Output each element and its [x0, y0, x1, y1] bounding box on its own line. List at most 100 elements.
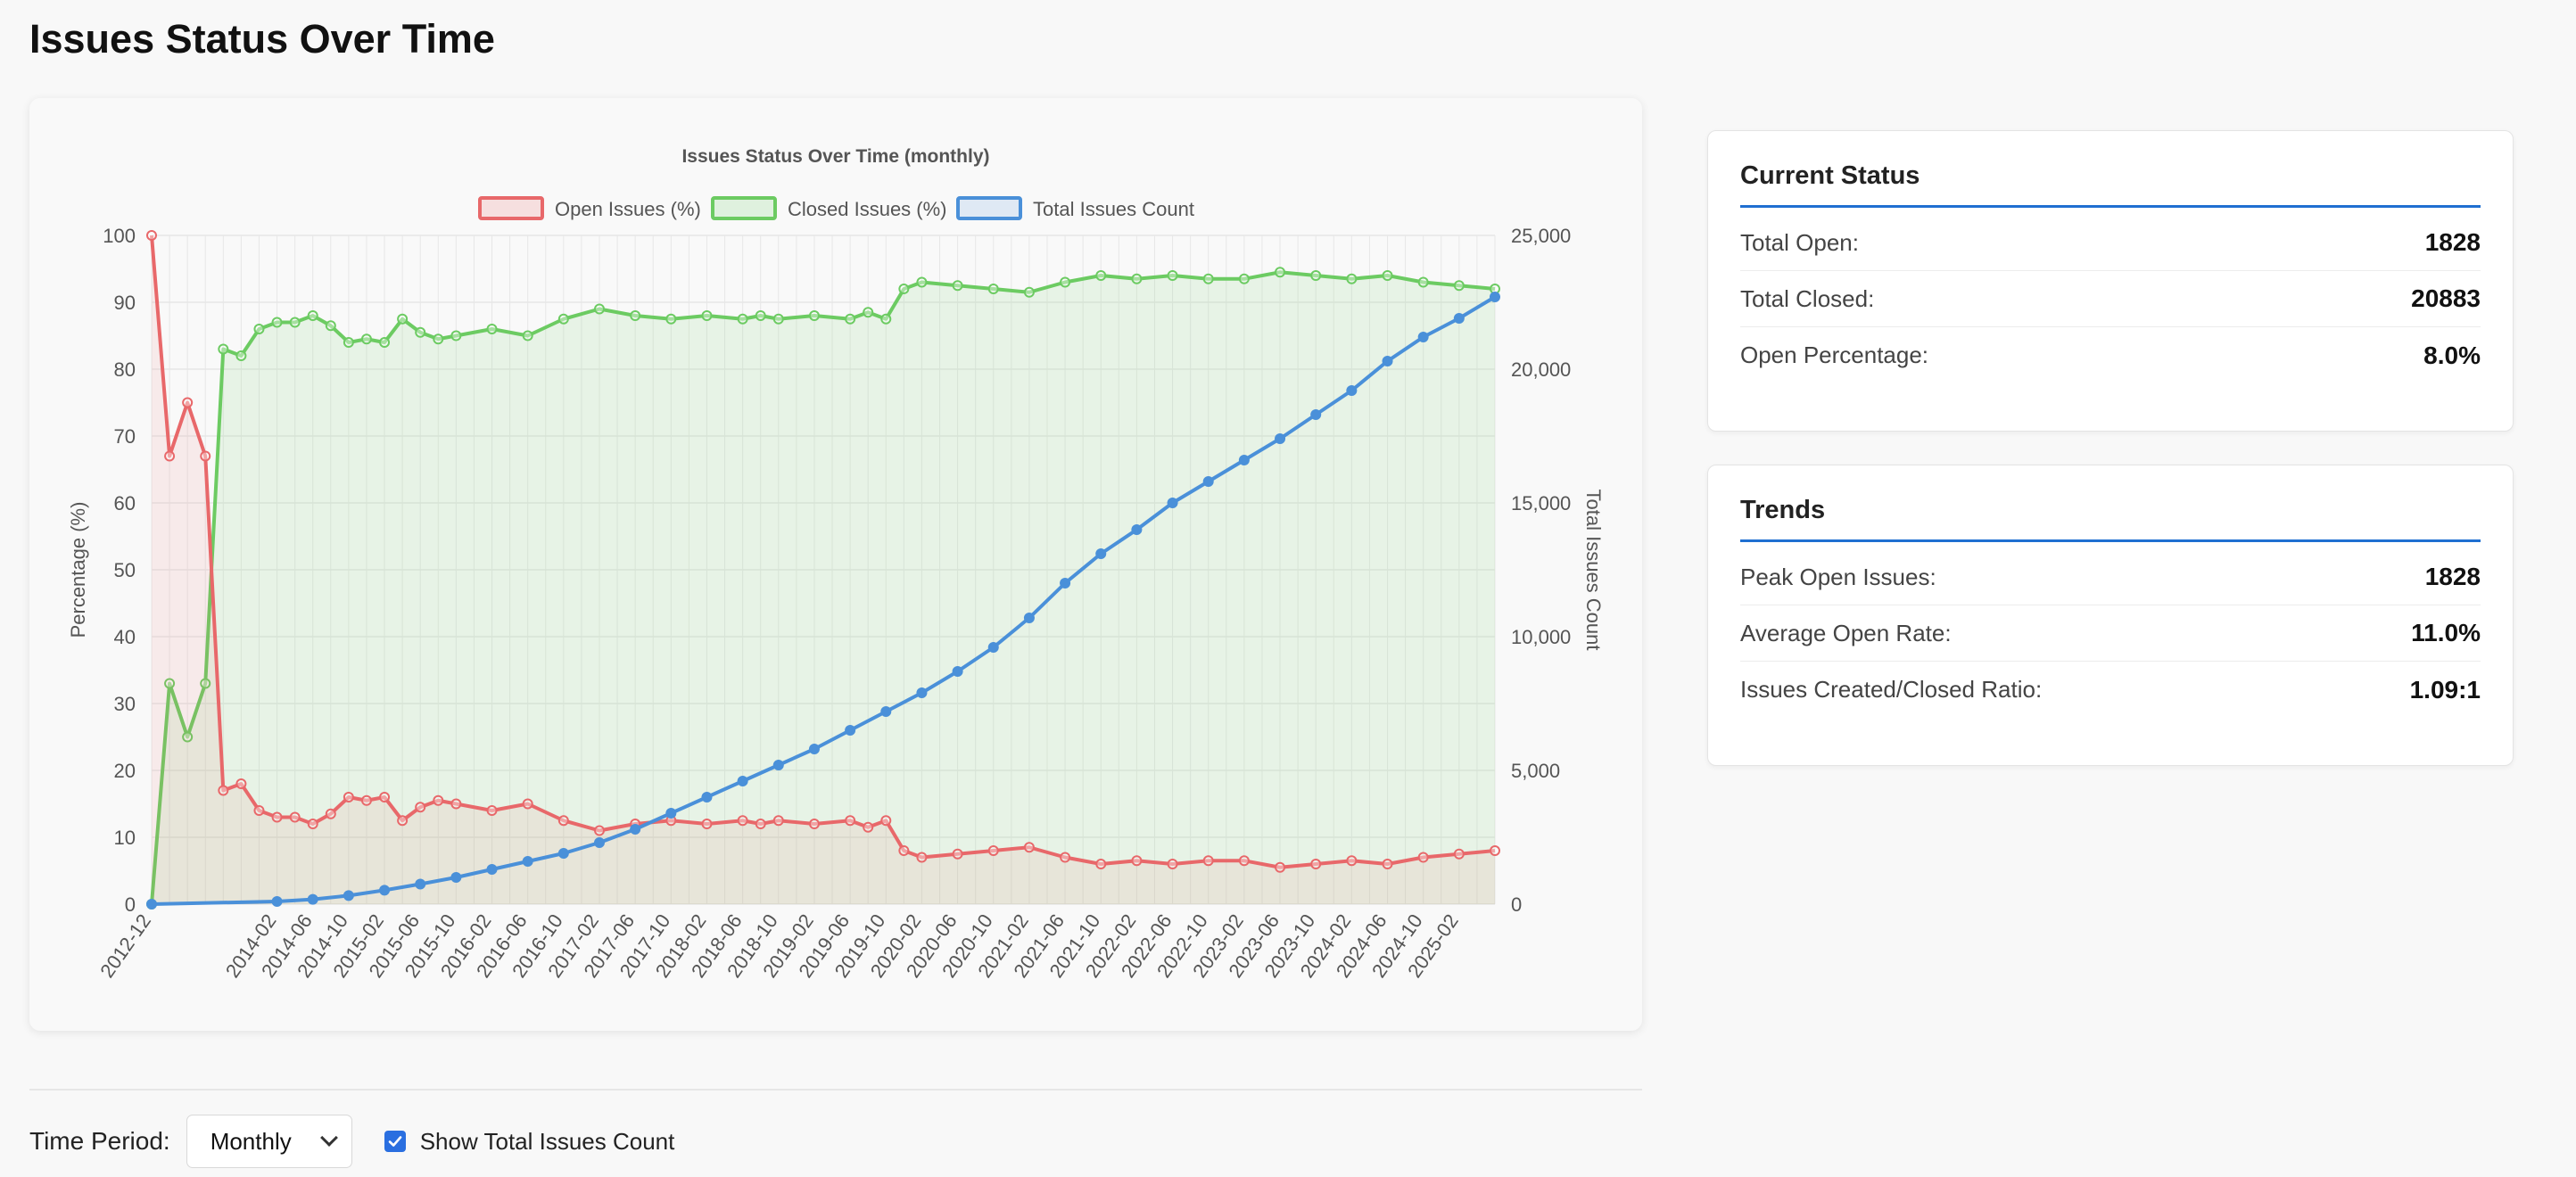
legend-swatch: [956, 196, 1022, 220]
open-series-point: [486, 805, 498, 816]
legend-swatch: [711, 196, 777, 220]
total-series-point: [987, 642, 999, 653]
total-series-point: [630, 824, 641, 835]
open-series-point: [200, 450, 211, 462]
closed-series-point: [1382, 270, 1393, 281]
open-series-point: [1382, 859, 1393, 869]
total-series-point: [1238, 455, 1250, 465]
open-series-point: [1131, 855, 1143, 867]
time-period-select[interactable]: Monthly: [186, 1115, 352, 1168]
closed-series-point: [289, 317, 301, 328]
open-series-point: [594, 825, 605, 836]
stat-value: 20883: [2411, 284, 2481, 312]
open-series-point: [522, 798, 533, 810]
open-series-point: [1060, 852, 1071, 863]
total-series-point: [1095, 548, 1107, 559]
chart-card: 0 10 20 30 40 50 60 70 80 90 100 0 5,000 10,000 15,000…: [29, 98, 1642, 1031]
open-series-point: [218, 785, 229, 796]
stat-average-open-rate: Average Open Rate: 11.0%: [1740, 605, 2481, 662]
show-total-checkbox[interactable]: [384, 1131, 406, 1152]
total-series-point: [271, 896, 283, 907]
closed-series-point: [1131, 273, 1143, 284]
total-series-point: [343, 890, 354, 901]
total-series-point: [808, 744, 820, 754]
closed-series-point: [1346, 273, 1358, 284]
y-tick-label-left: 50: [114, 559, 136, 581]
open-series-point: [415, 802, 426, 813]
open-series-point: [755, 819, 766, 829]
closed-series-point: [433, 333, 444, 345]
closed-series-point: [916, 276, 928, 288]
current-status-title: Current Status: [1740, 131, 2481, 208]
y-tick-label-left: 30: [114, 693, 136, 715]
open-series-point: [146, 230, 157, 241]
total-series-point: [486, 864, 498, 875]
open-series-point: [737, 815, 748, 827]
closed-series-point: [880, 313, 892, 325]
open-series-point: [701, 819, 713, 829]
y-tick-label-left: 80: [114, 358, 136, 381]
total-series-point: [1023, 613, 1035, 623]
y-tick-label-left: 90: [114, 292, 136, 314]
open-series-point: [1023, 842, 1035, 853]
page-title: Issues Status Over Time: [29, 16, 495, 62]
open-series-point: [1346, 855, 1358, 867]
closed-series-point: [1238, 273, 1250, 284]
stat-label: Peak Open Issues:: [1740, 563, 1936, 590]
chart-title: Issues Status Over Time (monthly): [681, 146, 989, 167]
closed-series-point: [557, 313, 569, 325]
total-series-point: [880, 706, 892, 717]
y-tick-label-left: 40: [114, 626, 136, 648]
closed-series-point: [987, 284, 999, 294]
open-series-point: [557, 815, 569, 827]
stat-label: Average Open Rate:: [1740, 619, 1952, 646]
total-series-point: [737, 776, 748, 786]
closed-series-point: [307, 310, 318, 321]
y-tick-label-left: 70: [114, 425, 136, 448]
total-series-point: [594, 837, 605, 848]
closed-series-point: [1023, 286, 1035, 298]
total-series-point: [1310, 409, 1322, 420]
stat-open-percentage: Open Percentage: 8.0%: [1740, 327, 2481, 383]
closed-series-point: [271, 317, 283, 328]
legend-label: Closed Issues (%): [788, 198, 947, 220]
total-series-point: [307, 893, 318, 905]
stat-value: 8.0%: [2423, 341, 2481, 369]
stat-total-closed: Total Closed: 20883: [1740, 271, 2481, 327]
closed-series-point: [845, 313, 856, 325]
trends-title: Trends: [1740, 465, 2481, 542]
open-series-point: [1453, 848, 1465, 860]
y-tick-label-right: 10,000: [1511, 626, 1571, 648]
stat-peak-open: Peak Open Issues: 1828: [1740, 549, 2481, 605]
y-tick-label-left: 60: [114, 492, 136, 514]
y-axis-title-right: Total Issues Count: [1582, 490, 1605, 651]
open-series-point: [898, 845, 910, 856]
stat-total-open: Total Open: 1828: [1740, 215, 2481, 271]
closed-series-point: [772, 313, 784, 325]
closed-series-point: [1310, 270, 1322, 281]
open-series-point: [343, 792, 354, 802]
open-series-point: [1490, 845, 1500, 856]
closed-series-point: [594, 303, 605, 315]
open-series-point: [1238, 855, 1250, 867]
closed-series-point: [1167, 270, 1178, 281]
closed-series-point: [1453, 280, 1465, 292]
open-series-point: [397, 815, 409, 827]
show-total-label[interactable]: Show Total Issues Count: [420, 1128, 675, 1156]
total-series-point: [1346, 385, 1358, 396]
total-series-point: [1453, 313, 1465, 324]
closed-series-point: [665, 313, 677, 325]
closed-series-point: [808, 310, 820, 321]
open-series-point: [360, 794, 372, 806]
open-series-point: [1275, 861, 1286, 873]
controls-divider: [29, 1089, 1642, 1091]
total-series-point: [1167, 498, 1178, 508]
time-period-label: Time Period:: [29, 1127, 170, 1155]
closed-series-point: [379, 337, 391, 348]
total-series-point: [522, 856, 533, 867]
closed-series-point: [1202, 273, 1214, 284]
closed-series-point: [863, 307, 874, 318]
open-series-point: [307, 819, 318, 829]
closed-series-point: [737, 313, 748, 325]
open-series-point: [433, 794, 444, 806]
